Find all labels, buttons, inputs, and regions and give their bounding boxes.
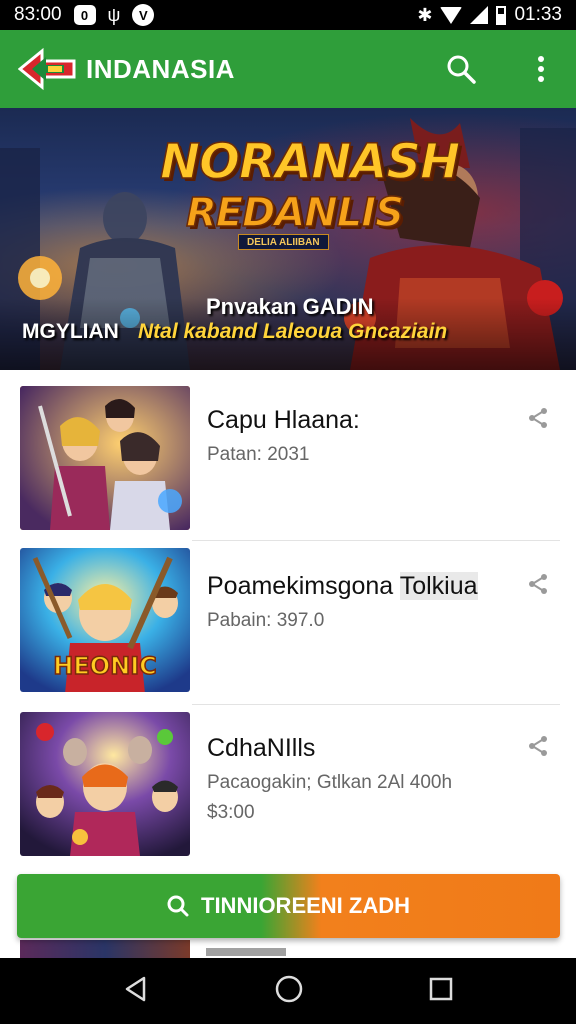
list-item[interactable]: Capu Hlaana: Patan: 2031 [0, 386, 576, 546]
item-title: Capu Hlaana: [207, 406, 360, 434]
hero-banner[interactable]: NORANASH REDANLIS DELIA ALIIBAN Pnvakan … [0, 108, 576, 370]
app-screen: 83:00 0 ψ V ✱ 01:33 INDANASIA NORANASH R… [0, 0, 576, 1024]
search-icon [167, 895, 189, 917]
divider [192, 704, 560, 705]
bluetooth-icon: ✱ [417, 4, 433, 25]
battery-icon [496, 5, 507, 25]
list-item[interactable]: HEONIC Poamekimsgona Tolkiua Pabain: 397… [0, 548, 576, 708]
share-icon[interactable] [526, 406, 550, 430]
signal-icon [470, 6, 489, 24]
home-circle-icon[interactable] [274, 974, 304, 1009]
notification-circle-icon: V [132, 4, 155, 26]
hero-title-line1: NORANASH [159, 133, 461, 191]
divider [192, 540, 560, 541]
status-left: 83:00 0 ψ V [14, 4, 155, 26]
status-time-left: 83:00 [14, 4, 62, 25]
share-icon[interactable] [526, 734, 550, 758]
hero-tagline: Ntal kaband Laleoua Gncaziain [138, 320, 448, 343]
hero-left-label: MGYLIAN [22, 320, 119, 343]
item-title-highlight: Tolkiua [399, 572, 478, 600]
list-item[interactable]: CdhaNIlls Pacaogakin; Gtlkan 2Al 400h $3… [0, 712, 576, 872]
search-cta-button[interactable]: TINNIOREENI ZADH [17, 874, 560, 938]
more-vertical-icon[interactable] [524, 52, 558, 86]
cta-label: TINNIOREENI ZADH [201, 893, 410, 918]
game-thumbnail[interactable] [20, 712, 190, 856]
app-logo-icon[interactable] [17, 47, 76, 91]
system-nav-bar [0, 958, 576, 1024]
item-meta: Patan: 2031 [207, 444, 310, 465]
status-time-right: 01:33 [514, 4, 562, 25]
app-title: INDANASIA [86, 53, 235, 84]
search-icon[interactable] [444, 52, 478, 86]
usb-icon: ψ [107, 4, 121, 25]
game-thumbnail[interactable]: HEONIC [20, 548, 190, 692]
app-bar: INDANASIA [0, 30, 576, 108]
hero-badge: DELIA ALIIBAN [238, 234, 329, 250]
item-title: Poamekimsgona Tolkiua [207, 572, 478, 601]
notification-badge-icon: 0 [73, 5, 96, 25]
item-meta: Pacaogakin; Gtlkan 2Al 400h [207, 772, 453, 793]
share-icon[interactable] [526, 572, 550, 596]
item-meta: Pabain: 397.0 [207, 610, 325, 631]
next-item-title-peek [206, 948, 286, 956]
item-title-main: Poamekimsgona [207, 572, 394, 600]
game-thumbnail[interactable] [20, 386, 190, 530]
status-right: ✱ 01:33 [417, 4, 562, 26]
wifi-icon [440, 6, 463, 24]
item-price: $3:00 [207, 802, 255, 823]
hero-subtitle: Pnvakan GADIN [206, 294, 374, 319]
recents-square-icon[interactable] [428, 976, 454, 1007]
next-item-thumbnail-peek [20, 940, 190, 958]
item-title: CdhaNIlls [207, 734, 316, 762]
status-bar: 83:00 0 ψ V ✱ 01:33 [0, 0, 576, 30]
thumbnail-caption: HEONIC [53, 652, 157, 680]
app-actions [444, 52, 558, 86]
back-triangle-icon[interactable] [122, 975, 150, 1008]
hero-title-line2: REDANLIS [185, 189, 404, 237]
